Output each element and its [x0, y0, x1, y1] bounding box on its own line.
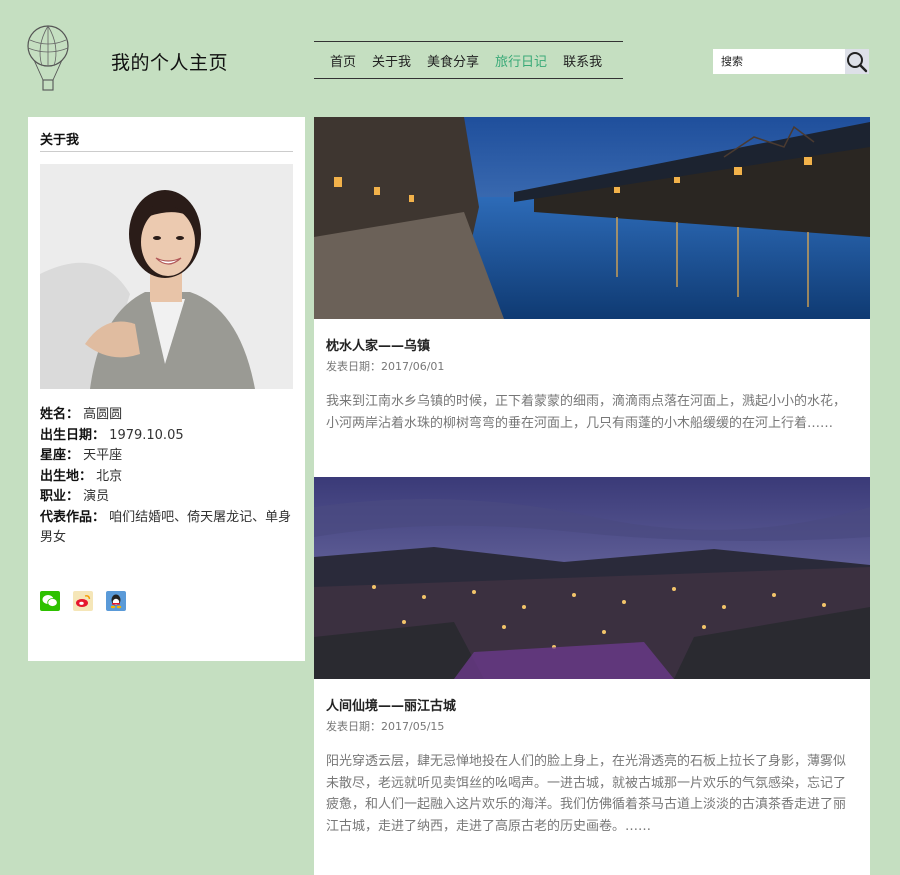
profile-row-name: 姓名： 高圆圆: [40, 407, 123, 422]
post-image-wuzhen[interactable]: [314, 117, 870, 319]
profile-info: 姓名： 高圆圆 出生日期： 1979.10.05 星座： 天平座 出生地： 北京…: [40, 405, 293, 549]
post-card[interactable]: 人间仙境——丽江古城 发表日期：2017/05/15 阳光穿透云层，肆无忌惮地投…: [314, 477, 870, 837]
profile-row-birthplace: 出生地： 北京: [40, 468, 123, 484]
profile-photo: [40, 164, 293, 389]
balloon-logo-icon[interactable]: [26, 24, 70, 94]
site-title: 我的个人主页: [111, 52, 229, 74]
search-button[interactable]: [845, 49, 869, 74]
search-icon: [847, 51, 868, 72]
post-image-lijiang[interactable]: [314, 477, 870, 679]
about-sidebar: 关于我 姓名： 高圆圆 出生日期： 1979.10.05 星座： 天平座 出生地…: [28, 117, 305, 661]
post-excerpt: 阳光穿透云层，肆无忌惮地投在人们的脸上身上，在光滑透亮的石板上拉长了身影，薄雾似…: [326, 754, 847, 834]
nav-about[interactable]: 关于我: [372, 51, 411, 70]
post-title[interactable]: 人间仙境——丽江古城: [326, 695, 858, 714]
post-list: 枕水人家——乌镇 发表日期：2017/06/01 我来到江南水乡乌镇的时候，正下…: [314, 117, 870, 875]
post-title[interactable]: 枕水人家——乌镇: [326, 335, 858, 354]
nav-food[interactable]: 美食分享: [427, 51, 479, 70]
post-excerpt: 我来到江南水乡乌镇的时候，正下着蒙蒙的细雨，滴滴雨点落在河面上，溅起小小的水花，…: [326, 394, 847, 431]
nav-travel[interactable]: 旅行日记: [495, 51, 547, 70]
sidebar-heading: 关于我: [40, 129, 293, 152]
social-links: [40, 590, 293, 611]
profile-row-works: 代表作品： 咱们结婚吧、倚天屠龙记、单身男女: [40, 509, 292, 546]
nav-contact[interactable]: 联系我: [563, 51, 602, 70]
post-date: 发表日期：2017/06/01: [326, 360, 445, 373]
profile-row-zodiac: 星座： 天平座: [40, 448, 123, 463]
profile-row-occupation: 职业： 演员: [40, 489, 110, 504]
qq-icon[interactable]: [106, 590, 126, 611]
search-box: [713, 49, 869, 74]
main-nav: 首页 关于我 美食分享 旅行日记 联系我: [314, 41, 623, 79]
profile-row-birthday: 出生日期： 1979.10.05: [40, 427, 184, 443]
post-card[interactable]: 枕水人家——乌镇 发表日期：2017/06/01 我来到江南水乡乌镇的时候，正下…: [314, 117, 870, 434]
search-input[interactable]: [713, 49, 845, 74]
post-date: 发表日期：2017/05/15: [326, 720, 445, 733]
nav-home[interactable]: 首页: [330, 51, 356, 70]
weibo-icon[interactable]: [73, 590, 93, 611]
wechat-icon[interactable]: [40, 590, 60, 611]
